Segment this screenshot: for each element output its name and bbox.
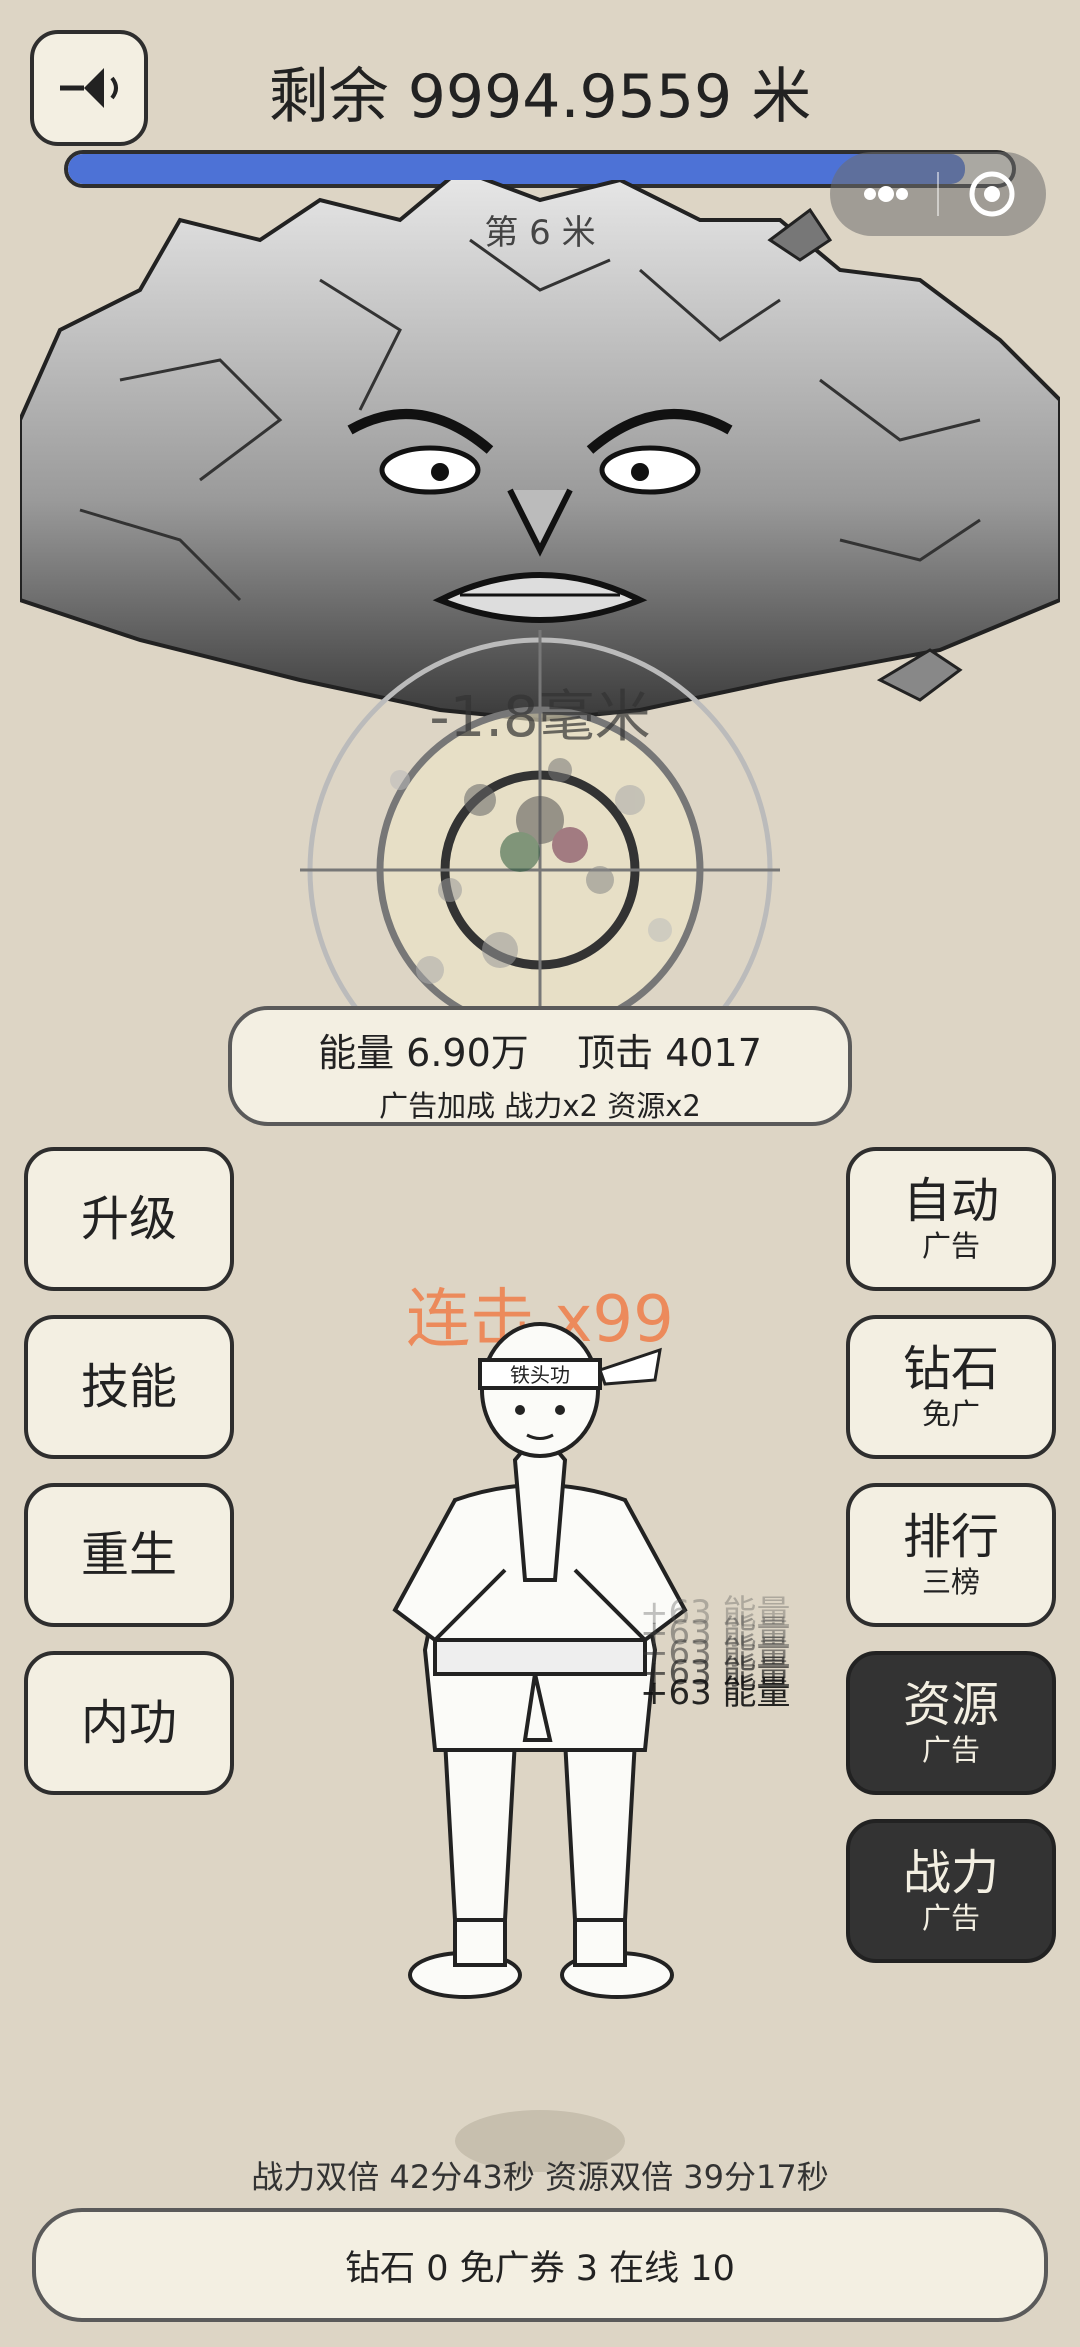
auto-button-label: 自动 (902, 1172, 999, 1229)
damage-number: -1.8毫米 (429, 685, 651, 750)
top-hit-value: 顶击 4017 (577, 1031, 762, 1075)
ranking-button-label: 排行 (902, 1508, 999, 1565)
inner-power-button-label: 内功 (80, 1694, 177, 1751)
rebirth-button-label: 重生 (80, 1526, 177, 1583)
remaining-distance-title: 剩余 9994.9559 米 (268, 62, 812, 132)
diamond-button-sub: 免广 (921, 1397, 980, 1432)
rebirth-button[interactable]: 重生 (24, 1483, 234, 1627)
skills-button-label: 技能 (80, 1358, 177, 1415)
ranking-button[interactable]: 排行 三榜 (846, 1483, 1056, 1627)
resource-button-sub: 广告 (921, 1733, 980, 1768)
resource-button[interactable]: 资源 广告 (846, 1651, 1056, 1795)
power-button-sub: 广告 (921, 1901, 980, 1936)
power-button-label: 战力 (902, 1844, 999, 1901)
upgrade-button-label: 升级 (80, 1190, 177, 1247)
ranking-button-sub: 三榜 (921, 1565, 980, 1600)
headband-text: 铁头功 (510, 1363, 570, 1387)
energy-value: 能量 6.90万 (318, 1031, 529, 1075)
bottom-status-text: 钻石 0 免广券 3 在线 10 (345, 2248, 735, 2289)
bottom-status-bar: 钻石 0 免广券 3 在线 10 (32, 2208, 1048, 2322)
stage-label: 第 6 米 (484, 213, 596, 253)
auto-button-sub: 广告 (921, 1229, 980, 1264)
energy-pop: +63 能量 (640, 1673, 791, 1713)
power-button[interactable]: 战力 广告 (846, 1819, 1056, 1963)
resource-button-label: 资源 (902, 1676, 999, 1733)
double-bonus-timers: 战力双倍 42分43秒 资源双倍 39分17秒 (251, 2158, 829, 2196)
energy-pop-stack: +63 能量 +63 能量 +63 能量 +63 能量 +63 能量 (640, 1585, 830, 1745)
stats-panel: 能量 6.90万 顶击 4017 广告加成 战力x2 资源x2 (228, 1006, 852, 1126)
ad-bonus-text: 广告加成 战力x2 资源x2 (379, 1089, 701, 1123)
inner-power-button[interactable]: 内功 (24, 1651, 234, 1795)
